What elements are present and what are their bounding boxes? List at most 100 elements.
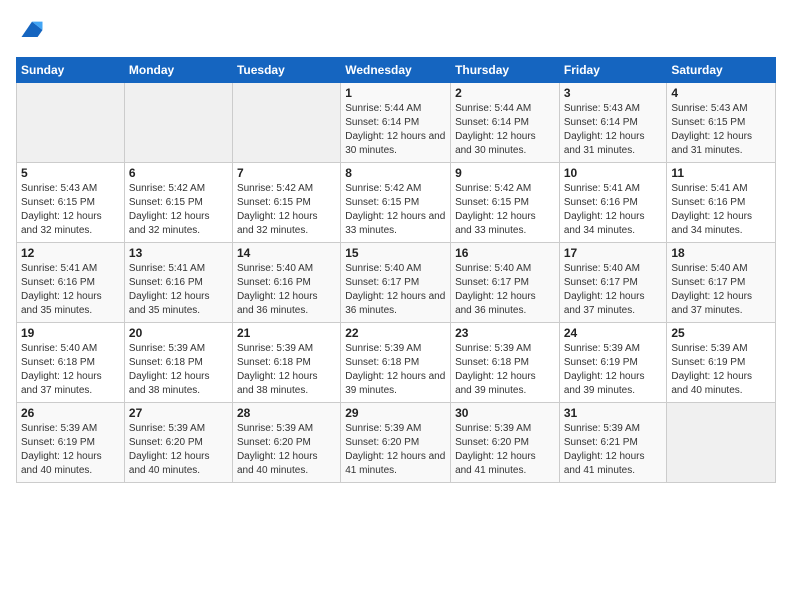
day-number: 31 xyxy=(564,406,663,420)
day-number: 17 xyxy=(564,246,663,260)
day-number: 8 xyxy=(345,166,446,180)
calendar-cell: 30 Sunrise: 5:39 AMSunset: 6:20 PMDayligh… xyxy=(451,403,560,483)
day-info: Sunrise: 5:39 AMSunset: 6:18 PMDaylight:… xyxy=(345,343,445,396)
day-info: Sunrise: 5:39 AMSunset: 6:18 PMDaylight:… xyxy=(455,343,536,396)
day-number: 14 xyxy=(237,246,336,260)
calendar-cell: 27 Sunrise: 5:39 AMSunset: 6:20 PMDayligh… xyxy=(124,403,232,483)
day-number: 24 xyxy=(564,326,663,340)
weekday-header-friday: Friday xyxy=(559,58,667,83)
calendar-week-row: 1 Sunrise: 5:44 AMSunset: 6:14 PMDaylight… xyxy=(17,83,776,163)
calendar-cell: 12 Sunrise: 5:41 AMSunset: 6:16 PMDayligh… xyxy=(17,243,125,323)
calendar-cell: 6Sunrise: 5:42 AMSunset: 6:15 PMDaylight… xyxy=(124,163,232,243)
calendar-cell: 3Sunrise: 5:43 AMSunset: 6:14 PMDaylight… xyxy=(559,83,667,163)
day-info: Sunrise: 5:39 AMSunset: 6:20 PMDaylight:… xyxy=(129,423,210,476)
calendar-table: SundayMondayTuesdayWednesdayThursdayFrid… xyxy=(16,57,776,483)
weekday-header-row: SundayMondayTuesdayWednesdayThursdayFrid… xyxy=(17,58,776,83)
day-info: Sunrise: 5:44 AMSunset: 6:14 PMDaylight:… xyxy=(455,103,536,156)
calendar-cell: 1Sunrise: 5:44 AMSunset: 6:14 PMDaylight… xyxy=(341,83,451,163)
day-info: Sunrise: 5:39 AMSunset: 6:21 PMDaylight:… xyxy=(564,423,645,476)
day-number: 11 xyxy=(671,166,771,180)
calendar-cell: 23 Sunrise: 5:39 AMSunset: 6:18 PMDayligh… xyxy=(451,323,560,403)
weekday-header-wednesday: Wednesday xyxy=(341,58,451,83)
day-number: 3 xyxy=(564,86,663,100)
day-info: Sunrise: 5:40 AMSunset: 6:17 PMDaylight:… xyxy=(564,263,645,316)
calendar-cell: 25 Sunrise: 5:39 AMSunset: 6:19 PMDayligh… xyxy=(667,323,776,403)
day-info: Sunrise: 5:40 AMSunset: 6:18 PMDaylight:… xyxy=(21,343,102,396)
calendar-week-row: 12 Sunrise: 5:41 AMSunset: 6:16 PMDayligh… xyxy=(17,243,776,323)
day-info: Sunrise: 5:43 AMSunset: 6:15 PMDaylight:… xyxy=(21,183,102,236)
calendar-cell: 9 Sunrise: 5:42 AMSunset: 6:15 PMDaylight… xyxy=(451,163,560,243)
day-number: 16 xyxy=(455,246,555,260)
day-info: Sunrise: 5:40 AMSunset: 6:17 PMDaylight:… xyxy=(455,263,536,316)
calendar-cell: 14 Sunrise: 5:40 AMSunset: 6:16 PMDayligh… xyxy=(232,243,340,323)
day-info: Sunrise: 5:41 AMSunset: 6:16 PMDaylight:… xyxy=(671,183,752,236)
calendar-cell: 7Sunrise: 5:42 AMSunset: 6:15 PMDaylight… xyxy=(232,163,340,243)
day-number: 21 xyxy=(237,326,336,340)
day-number: 20 xyxy=(129,326,228,340)
page-header xyxy=(16,16,776,49)
calendar-week-row: 26 Sunrise: 5:39 AMSunset: 6:19 PMDayligh… xyxy=(17,403,776,483)
weekday-header-thursday: Thursday xyxy=(451,58,560,83)
day-number: 22 xyxy=(345,326,446,340)
day-info: Sunrise: 5:42 AMSunset: 6:15 PMDaylight:… xyxy=(455,183,536,236)
day-info: Sunrise: 5:39 AMSunset: 6:18 PMDaylight:… xyxy=(237,343,318,396)
calendar-cell: 4 Sunrise: 5:43 AMSunset: 6:15 PMDaylight… xyxy=(667,83,776,163)
calendar-cell xyxy=(232,83,340,163)
day-info: Sunrise: 5:39 AMSunset: 6:20 PMDaylight:… xyxy=(237,423,318,476)
day-info: Sunrise: 5:40 AMSunset: 6:16 PMDaylight:… xyxy=(237,263,318,316)
logo-icon xyxy=(18,16,46,44)
day-number: 27 xyxy=(129,406,228,420)
day-number: 6 xyxy=(129,166,228,180)
calendar-cell: 22 Sunrise: 5:39 AMSunset: 6:18 PMDayligh… xyxy=(341,323,451,403)
day-number: 25 xyxy=(671,326,771,340)
calendar-cell: 19 Sunrise: 5:40 AMSunset: 6:18 PMDayligh… xyxy=(17,323,125,403)
calendar-cell: 28 Sunrise: 5:39 AMSunset: 6:20 PMDayligh… xyxy=(232,403,340,483)
weekday-header-tuesday: Tuesday xyxy=(232,58,340,83)
day-info: Sunrise: 5:39 AMSunset: 6:20 PMDaylight:… xyxy=(345,423,445,476)
weekday-header-sunday: Sunday xyxy=(17,58,125,83)
calendar-cell: 13Sunrise: 5:41 AMSunset: 6:16 PMDayligh… xyxy=(124,243,232,323)
day-number: 30 xyxy=(455,406,555,420)
calendar-cell: 29 Sunrise: 5:39 AMSunset: 6:20 PMDayligh… xyxy=(341,403,451,483)
calendar-cell: 20 Sunrise: 5:39 AMSunset: 6:18 PMDayligh… xyxy=(124,323,232,403)
day-info: Sunrise: 5:43 AMSunset: 6:15 PMDaylight:… xyxy=(671,103,752,156)
day-number: 7 xyxy=(237,166,336,180)
day-number: 19 xyxy=(21,326,120,340)
day-info: Sunrise: 5:40 AMSunset: 6:17 PMDaylight:… xyxy=(671,263,752,316)
day-number: 1 xyxy=(345,86,446,100)
calendar-cell: 11 Sunrise: 5:41 AMSunset: 6:16 PMDayligh… xyxy=(667,163,776,243)
calendar-cell xyxy=(667,403,776,483)
calendar-cell: 21 Sunrise: 5:39 AMSunset: 6:18 PMDayligh… xyxy=(232,323,340,403)
calendar-cell: 18Sunrise: 5:40 AMSunset: 6:17 PMDayligh… xyxy=(667,243,776,323)
calendar-cell: 16 Sunrise: 5:40 AMSunset: 6:17 PMDayligh… xyxy=(451,243,560,323)
day-number: 2 xyxy=(455,86,555,100)
calendar-cell: 15 Sunrise: 5:40 AMSunset: 6:17 PMDayligh… xyxy=(341,243,451,323)
day-info: Sunrise: 5:41 AMSunset: 6:16 PMDaylight:… xyxy=(21,263,102,316)
day-number: 4 xyxy=(671,86,771,100)
day-number: 9 xyxy=(455,166,555,180)
day-info: Sunrise: 5:39 AMSunset: 6:19 PMDaylight:… xyxy=(671,343,752,396)
day-number: 26 xyxy=(21,406,120,420)
day-number: 10 xyxy=(564,166,663,180)
day-number: 28 xyxy=(237,406,336,420)
day-number: 12 xyxy=(21,246,120,260)
day-info: Sunrise: 5:40 AMSunset: 6:17 PMDaylight:… xyxy=(345,263,445,316)
day-number: 29 xyxy=(345,406,446,420)
calendar-cell: 5Sunrise: 5:43 AMSunset: 6:15 PMDaylight… xyxy=(17,163,125,243)
calendar-cell xyxy=(124,83,232,163)
day-info: Sunrise: 5:42 AMSunset: 6:15 PMDaylight:… xyxy=(345,183,445,236)
day-number: 15 xyxy=(345,246,446,260)
logo xyxy=(16,16,46,49)
calendar-cell: 24Sunrise: 5:39 AMSunset: 6:19 PMDayligh… xyxy=(559,323,667,403)
weekday-header-monday: Monday xyxy=(124,58,232,83)
calendar-cell: 26 Sunrise: 5:39 AMSunset: 6:19 PMDayligh… xyxy=(17,403,125,483)
calendar-cell: 31 Sunrise: 5:39 AMSunset: 6:21 PMDayligh… xyxy=(559,403,667,483)
day-info: Sunrise: 5:41 AMSunset: 6:16 PMDaylight:… xyxy=(129,263,210,316)
weekday-header-saturday: Saturday xyxy=(667,58,776,83)
day-info: Sunrise: 5:41 AMSunset: 6:16 PMDaylight:… xyxy=(564,183,645,236)
day-info: Sunrise: 5:39 AMSunset: 6:20 PMDaylight:… xyxy=(455,423,536,476)
day-info: Sunrise: 5:39 AMSunset: 6:19 PMDaylight:… xyxy=(21,423,102,476)
day-info: Sunrise: 5:39 AMSunset: 6:18 PMDaylight:… xyxy=(129,343,210,396)
calendar-cell: 17 Sunrise: 5:40 AMSunset: 6:17 PMDayligh… xyxy=(559,243,667,323)
day-number: 23 xyxy=(455,326,555,340)
